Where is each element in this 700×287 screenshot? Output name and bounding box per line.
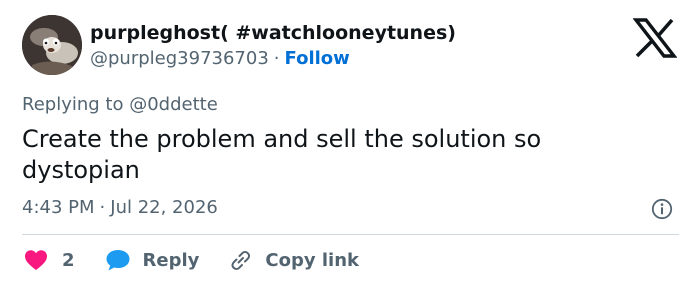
link-icon [231, 251, 251, 270]
x-logo-icon[interactable] [633, 18, 677, 58]
author-handle[interactable]: @purpleg39736703 [90, 48, 269, 69]
avatar-image [22, 15, 82, 75]
like-count: 2 [62, 249, 75, 271]
replying-to[interactable]: Replying to @0ddette [22, 94, 218, 115]
speech-bubble-icon [106, 250, 130, 271]
tweet-text: Create the problem and sell the solution… [22, 125, 542, 184]
separator-dot: · [273, 48, 280, 69]
author-display-name[interactable]: purpleghost( #watchlooneytunes) [90, 22, 456, 44]
info-icon[interactable] [651, 198, 673, 220]
separator-dot: · [99, 197, 106, 218]
divider [22, 234, 679, 235]
reply-button[interactable]: Reply [105, 248, 200, 272]
copy-link-label: Copy link [265, 249, 359, 271]
like-button[interactable]: 2 [24, 249, 75, 271]
follow-button[interactable]: Follow [285, 48, 350, 69]
timestamp[interactable]: 4:43 PM · Jul 22, 2026 [22, 197, 218, 218]
reply-label: Reply [142, 249, 200, 271]
copy-link-button[interactable]: Copy link [227, 248, 359, 272]
tweet-date: Jul 22, 2026 [110, 197, 218, 218]
tweet-time: 4:43 PM [22, 197, 95, 218]
heart-icon [25, 250, 47, 270]
author-handle-line: @purpleg39736703 · Follow [90, 48, 350, 69]
action-bar: 2 Reply Copy link [24, 246, 359, 274]
avatar[interactable] [22, 15, 82, 75]
